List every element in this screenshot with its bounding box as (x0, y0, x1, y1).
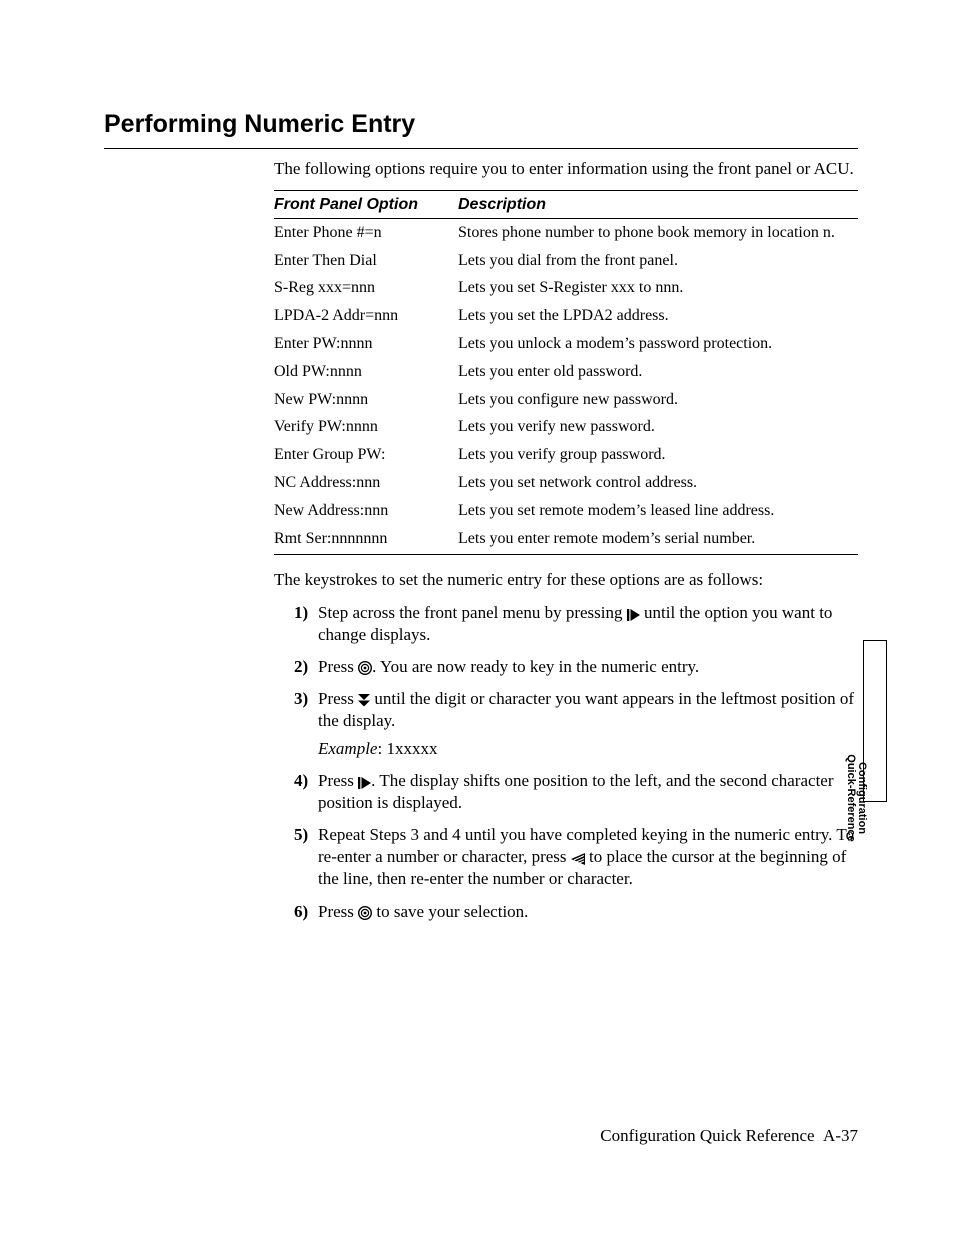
col-header-option: Front Panel Option (274, 190, 458, 219)
step-number: 1) (294, 602, 308, 624)
cell-option: Enter Group PW: (274, 442, 458, 470)
cell-description: Stores phone number to phone book memory… (458, 219, 858, 247)
cell-description: Lets you configure new password. (458, 386, 858, 414)
step-item: 1)Step across the front panel menu by pr… (294, 602, 858, 646)
right-step-icon (627, 609, 640, 621)
table-row: Rmt Ser:nnnnnnnLets you enter remote mod… (274, 525, 858, 555)
cell-option: Enter PW:nnnn (274, 331, 458, 359)
table-row: Verify PW:nnnnLets you verify new passwo… (274, 414, 858, 442)
table-row: Enter Phone #=nStores phone number to ph… (274, 219, 858, 247)
document-page: Performing Numeric Entry The following o… (0, 0, 954, 1235)
scroll-down-icon (358, 694, 370, 707)
cell-option: S-Reg xxx=nnn (274, 275, 458, 303)
table-row: New PW:nnnnLets you configure new passwo… (274, 386, 858, 414)
table-row: Enter Then DialLets you dial from the fr… (274, 247, 858, 275)
example-line: Example: 1xxxxx (318, 738, 858, 760)
cell-description: Lets you enter remote modem’s serial num… (458, 525, 858, 555)
cell-option: NC Address:nnn (274, 470, 458, 498)
step-item: 2)Press . You are now ready to key in th… (294, 656, 858, 678)
table-row: NC Address:nnnLets you set network contr… (274, 470, 858, 498)
page-footer: Configuration Quick Reference A-37 (600, 1125, 858, 1147)
step-number: 3) (294, 688, 308, 710)
col-header-description: Description (458, 190, 858, 219)
cell-description: Lets you dial from the front panel. (458, 247, 858, 275)
options-table: Front Panel Option Description Enter Pho… (274, 190, 858, 556)
side-tab-line2: Quick-Reference (845, 718, 856, 878)
table-row: LPDA-2 Addr=nnnLets you set the LPDA2 ad… (274, 303, 858, 331)
cell-description: Lets you set S-Register xxx to nnn. (458, 275, 858, 303)
step-item: 6)Press to save your selection. (294, 901, 858, 923)
cell-option: Old PW:nnnn (274, 358, 458, 386)
cell-option: New Address:nnn (274, 497, 458, 525)
cell-description: Lets you set the LPDA2 address. (458, 303, 858, 331)
cell-option: New PW:nnnn (274, 386, 458, 414)
cell-description: Lets you verify new password. (458, 414, 858, 442)
step-item: 5)Repeat Steps 3 and 4 until you have co… (294, 824, 858, 890)
table-row: Enter Group PW:Lets you verify group pas… (274, 442, 858, 470)
cell-description: Lets you enter old password. (458, 358, 858, 386)
instructions-lead: The keystrokes to set the numeric entry … (274, 569, 858, 591)
cell-option: Rmt Ser:nnnnnnn (274, 525, 458, 555)
footer-page-number: A-37 (823, 1126, 858, 1145)
step-number: 2) (294, 656, 308, 678)
back-icon (571, 853, 585, 865)
table-row: S-Reg xxx=nnnLets you set S-Register xxx… (274, 275, 858, 303)
cell-option: LPDA-2 Addr=nnn (274, 303, 458, 331)
step-number: 4) (294, 770, 308, 792)
cell-description: Lets you unlock a modem’s password prote… (458, 331, 858, 359)
step-number: 6) (294, 901, 308, 923)
cell-option: Enter Then Dial (274, 247, 458, 275)
step-item: 3)Press until the digit or character you… (294, 688, 858, 760)
cell-option: Verify PW:nnnn (274, 414, 458, 442)
enter-icon (358, 906, 372, 920)
intro-paragraph: The following options require you to ent… (274, 158, 858, 180)
step-number: 5) (294, 824, 308, 846)
side-tab-line1: Configuration (856, 718, 867, 878)
table-row: New Address:nnnLets you set remote modem… (274, 497, 858, 525)
step-item: 4)Press . The display shifts one positio… (294, 770, 858, 814)
enter-icon (358, 661, 372, 675)
table-row: Enter PW:nnnnLets you unlock a modem’s p… (274, 331, 858, 359)
body-column: The following options require you to ent… (274, 158, 858, 923)
cell-description: Lets you set remote modem’s leased line … (458, 497, 858, 525)
table-row: Old PW:nnnnLets you enter old password. (274, 358, 858, 386)
section-title: Performing Numeric Entry (104, 108, 858, 149)
cell-description: Lets you set network control address. (458, 470, 858, 498)
steps-list: 1)Step across the front panel menu by pr… (274, 602, 858, 923)
cell-description: Lets you verify group password. (458, 442, 858, 470)
footer-text: Configuration Quick Reference (600, 1126, 814, 1145)
right-step-icon (358, 777, 371, 789)
side-tab: Configuration Quick-Reference (863, 640, 887, 802)
cell-option: Enter Phone #=n (274, 219, 458, 247)
